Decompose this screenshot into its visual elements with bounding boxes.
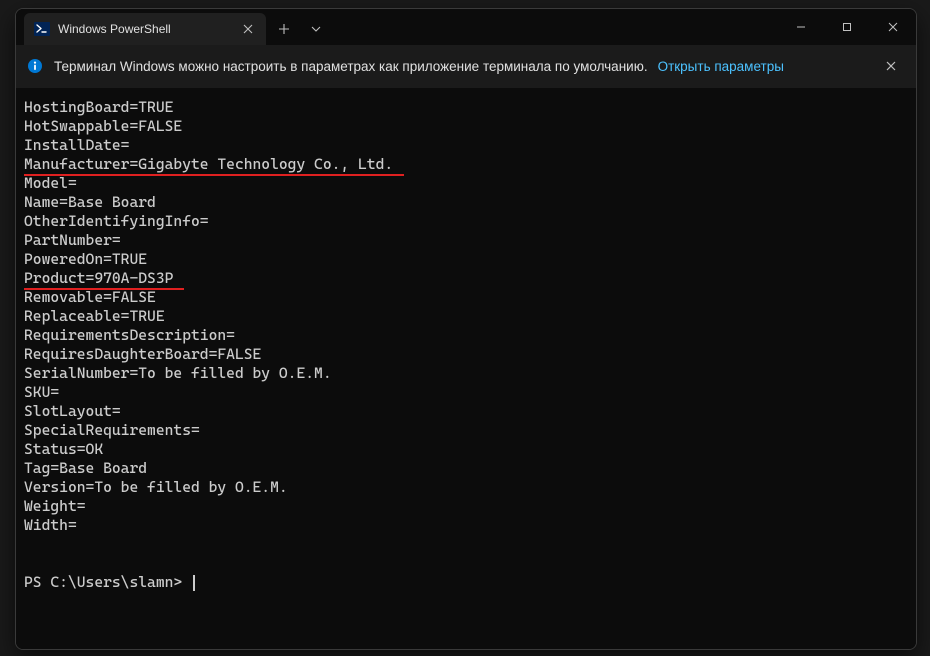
minimize-icon: [796, 22, 806, 32]
output-line: PartNumber=: [24, 231, 908, 250]
output-line: Status=OK: [24, 440, 908, 459]
output-line: OtherIdentifyingInfo=: [24, 212, 908, 231]
output-line: Manufacturer=Gigabyte Technology Co., Lt…: [24, 155, 908, 174]
open-settings-link[interactable]: Открыть параметры: [658, 59, 784, 74]
tab-dropdown-button[interactable]: [300, 13, 332, 45]
prompt-line[interactable]: PS C:\Users\slamn>: [24, 573, 908, 592]
title-bar: Windows PowerShell: [16, 9, 916, 45]
output-line: Weight=: [24, 497, 908, 516]
output-line: Removable=FALSE: [24, 288, 908, 307]
blank-line: [24, 554, 908, 573]
output-line: Width=: [24, 516, 908, 535]
output-line: InstallDate=: [24, 136, 908, 155]
infobar-close-button[interactable]: [876, 51, 906, 81]
window-close-button[interactable]: [870, 9, 916, 45]
output-line: RequiresDaughterBoard=FALSE: [24, 345, 908, 364]
terminal-output[interactable]: HostingBoard=TRUEHotSwappable=FALSEInsta…: [16, 88, 916, 649]
info-bar: Терминал Windows можно настроить в парам…: [16, 45, 916, 88]
maximize-icon: [842, 22, 852, 32]
info-icon: [26, 57, 44, 75]
tab-close-button[interactable]: [240, 21, 256, 37]
powershell-icon: [34, 21, 50, 37]
tab-powershell[interactable]: Windows PowerShell: [24, 13, 266, 45]
output-line: SKU=: [24, 383, 908, 402]
new-tab-area: [268, 13, 332, 45]
output-line: Product=970A-DS3P: [24, 269, 908, 288]
terminal-window: Windows PowerShell: [15, 8, 917, 650]
window-controls: [778, 9, 916, 45]
output-line: Tag=Base Board: [24, 459, 908, 478]
cursor: [193, 575, 195, 591]
info-message: Терминал Windows можно настроить в парам…: [54, 59, 648, 74]
output-line: Replaceable=TRUE: [24, 307, 908, 326]
close-icon: [885, 60, 897, 72]
close-icon: [243, 24, 253, 34]
terminal-area: HostingBoard=TRUEHotSwappable=FALSEInsta…: [16, 88, 916, 649]
output-line: HostingBoard=TRUE: [24, 98, 908, 117]
output-line: SpecialRequirements=: [24, 421, 908, 440]
chevron-down-icon: [311, 26, 321, 32]
tab-title: Windows PowerShell: [58, 22, 240, 36]
output-line: RequirementsDescription=: [24, 326, 908, 345]
new-tab-button[interactable]: [268, 13, 300, 45]
output-line: Name=Base Board: [24, 193, 908, 212]
close-icon: [888, 22, 898, 32]
maximize-button[interactable]: [824, 9, 870, 45]
output-line: HotSwappable=FALSE: [24, 117, 908, 136]
output-line: Version=To be filled by O.E.M.: [24, 478, 908, 497]
blank-line: [24, 535, 908, 554]
output-line: SlotLayout=: [24, 402, 908, 421]
minimize-button[interactable]: [778, 9, 824, 45]
output-line: PoweredOn=TRUE: [24, 250, 908, 269]
output-line: Model=: [24, 174, 908, 193]
output-line: SerialNumber=To be filled by O.E.M.: [24, 364, 908, 383]
plus-icon: [278, 23, 290, 35]
